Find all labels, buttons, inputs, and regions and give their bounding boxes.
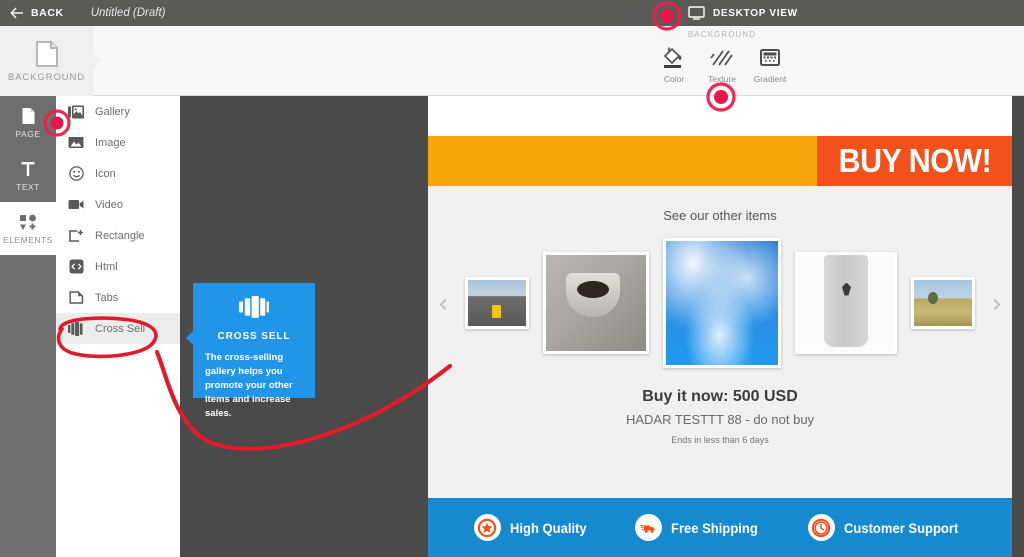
background-tool-gradient-label: Gradient	[753, 74, 787, 84]
background-tool-color[interactable]: Color	[657, 46, 691, 84]
top-bar: BACK Untitled (Draft) DESKTOP VIEW	[0, 0, 1024, 26]
trust-footer-bar: High Quality Free Shipping Customer Supp…	[428, 498, 1012, 557]
page-icon	[21, 106, 36, 126]
rail-item-elements[interactable]: ELEMENTS	[0, 202, 56, 255]
gallery-heading: See our other items	[663, 208, 777, 223]
background-tool-strip: BACKGROUND BACKGROUND Color Texture Grad…	[0, 26, 1024, 96]
panel-item-cross-sell-label: Cross Sell	[95, 322, 146, 335]
banner-text: BUY NOW!	[838, 142, 991, 179]
panel-item-cross-sell[interactable]: Cross Sell	[56, 313, 180, 344]
panel-item-tabs-label: Tabs	[95, 291, 119, 304]
footer-item-free-shipping: Free Shipping	[635, 514, 764, 541]
code-icon	[68, 259, 84, 275]
cross-sell-tooltip: CROSS SELL The cross-selling gallery hel…	[193, 283, 315, 419]
background-tool-texture-label: Texture	[708, 74, 736, 84]
text-t-icon	[20, 159, 36, 179]
left-icon-rail: PAGE TEXT ELEMENTS	[0, 96, 56, 557]
quality-star-badge-icon	[473, 514, 501, 541]
desktop-view-label: DESKTOP VIEW	[713, 7, 798, 19]
panel-item-html[interactable]: Html	[56, 251, 180, 282]
banner-right-block: BUY NOW!	[817, 136, 1012, 186]
rail-item-page[interactable]: PAGE	[0, 96, 56, 149]
page-preview[interactable]: BUY NOW! See our other items ‹ › Buy it …	[428, 96, 1012, 557]
crosssell-icon	[205, 296, 303, 323]
footer-item-customer-support-label: Customer Support	[843, 519, 958, 536]
background-tab[interactable]: BACKGROUND	[0, 26, 93, 96]
blue-sky-clouds-thumbnail	[666, 240, 778, 365]
chevron-right-icon[interactable]: ›	[992, 287, 1001, 318]
rail-item-text-label: TEXT	[16, 182, 40, 192]
app-root: BACK Untitled (Draft) DESKTOP VIEW BACKG…	[0, 0, 1024, 557]
background-tab-notch	[93, 53, 101, 69]
banner-left-block	[428, 136, 817, 186]
tooltip-arrow	[186, 331, 193, 345]
product-ends-note: Ends in less than 6 days	[671, 435, 769, 445]
image-icon	[68, 135, 84, 151]
country-field-thumbnail	[914, 279, 972, 326]
rail-item-text[interactable]: TEXT	[0, 149, 56, 202]
panel-item-video[interactable]: Video	[56, 189, 180, 220]
footer-item-customer-support: Customer Support	[807, 514, 967, 541]
chevron-left-icon[interactable]: ‹	[439, 287, 448, 318]
rail-item-page-label: PAGE	[15, 129, 41, 139]
panel-item-rectangle-label: Rectangle	[95, 229, 145, 242]
panel-item-icon[interactable]: Icon	[56, 158, 180, 189]
rectangle-icon	[68, 228, 84, 244]
document-title[interactable]: Untitled (Draft)	[91, 7, 166, 19]
cross-sell-carousel[interactable]: ‹ ›	[428, 235, 1012, 370]
background-tools-title: BACKGROUND	[687, 30, 757, 39]
back-button[interactable]: BACK	[10, 7, 64, 19]
footer-item-high-quality-label: High Quality	[509, 519, 587, 536]
background-tab-label: BACKGROUND	[7, 71, 86, 83]
panel-item-gallery-label: Gallery	[95, 105, 130, 118]
product-title: HADAR TESTTT 88 - do not buy	[625, 412, 815, 427]
clock-support-icon	[807, 514, 835, 541]
background-tool-texture[interactable]: Texture	[705, 46, 739, 84]
panel-item-rectangle[interactable]: Rectangle	[56, 220, 180, 251]
carousel-slide[interactable]	[465, 276, 529, 329]
texture-icon	[710, 46, 734, 70]
background-tools-cluster: BACKGROUND Color Texture Gradient	[657, 30, 787, 84]
background-tool-gradient[interactable]: Gradient	[753, 46, 787, 84]
tooltip-title: CROSS SELL	[217, 331, 291, 342]
panel-item-video-label: Video	[95, 198, 123, 211]
panel-item-icon-label: Icon	[95, 167, 116, 180]
arrow-left-icon	[10, 7, 24, 19]
smiley-icon	[68, 166, 84, 182]
page-icon	[34, 40, 60, 68]
back-label: BACK	[31, 7, 64, 19]
crosssell-icon	[68, 321, 84, 337]
grey-sweatpants-thumbnail	[798, 254, 894, 351]
cars-on-road-thumbnail	[468, 279, 526, 326]
shipping-truck-icon	[635, 514, 663, 541]
panel-item-image-label: Image	[95, 136, 126, 149]
monitor-icon	[688, 6, 705, 20]
paint-bucket-icon	[661, 46, 687, 70]
panel-item-gallery[interactable]: Gallery	[56, 96, 180, 127]
tooltip-body: The cross-selling gallery helps you prom…	[205, 352, 293, 419]
gallery-icon	[68, 104, 84, 120]
preview-top-spacer	[428, 96, 1012, 136]
panel-item-tabs[interactable]: Tabs	[56, 282, 180, 313]
carousel-slide[interactable]	[795, 251, 897, 354]
background-tool-color-label: Color	[663, 74, 685, 84]
panel-item-html-label: Html	[95, 260, 118, 273]
rail-item-elements-label: ELEMENTS	[3, 235, 53, 245]
desktop-view-toggle[interactable]: DESKTOP VIEW	[688, 0, 798, 26]
shapes-icon	[19, 212, 37, 232]
carousel-slide-active[interactable]	[663, 237, 781, 368]
gradient-icon	[758, 46, 782, 70]
panel-item-image[interactable]: Image	[56, 127, 180, 158]
buy-now-banner[interactable]: BUY NOW!	[428, 136, 1012, 186]
footer-item-free-shipping-label: Free Shipping	[671, 519, 758, 536]
coffee-cup-thumbnail	[546, 254, 646, 351]
product-price: Buy it now: 500 USD	[642, 388, 798, 405]
footer-item-high-quality: High Quality	[473, 514, 592, 541]
elements-panel: Gallery Image Icon Video Rectangle Html …	[56, 96, 180, 557]
video-icon	[68, 197, 84, 213]
preview-body: See our other items ‹ › Buy it now: 500 …	[428, 186, 1012, 498]
tabs-icon	[68, 290, 84, 306]
carousel-slide[interactable]	[543, 251, 649, 354]
carousel-slide[interactable]	[911, 276, 975, 329]
